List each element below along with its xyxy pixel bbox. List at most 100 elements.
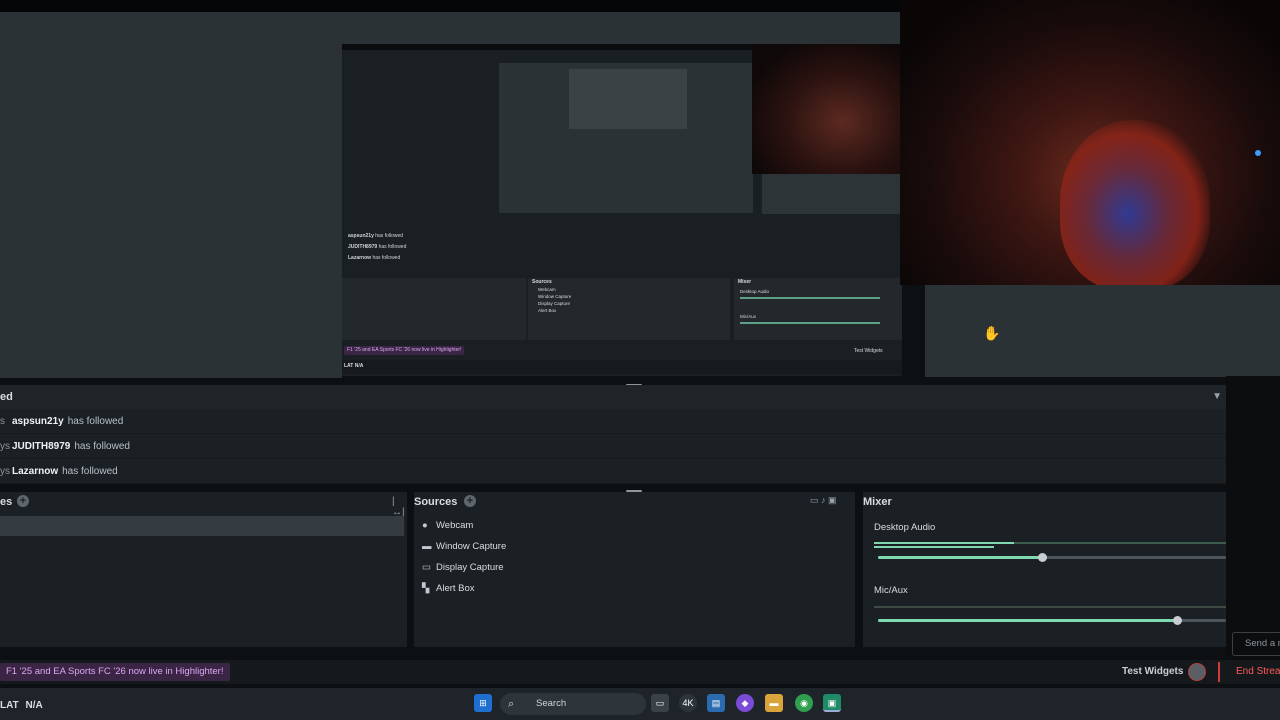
chat-panel-edge [1226, 376, 1280, 660]
preview-canvas-background [0, 12, 342, 378]
nested-deeper-inner [569, 69, 687, 129]
nested-taskbar: LAT N/A [342, 360, 902, 374]
nested-follow-row: Lazarnow has followed [348, 255, 401, 261]
scenes-panel: es + |↔| [0, 492, 407, 647]
search-icon: ⌕ [508, 698, 515, 710]
nested-deeper-preview [498, 62, 754, 214]
widget-status-icon[interactable] [1188, 663, 1206, 681]
sources-panel: Sources + ▭ ♪ ▣ ● Webcam ▬ Window Capture … [414, 492, 855, 647]
folder-icon[interactable]: ▬ [765, 694, 783, 712]
event-user: JUDITH8979 [12, 441, 71, 452]
taskbar-search[interactable]: ⌕ Search [500, 693, 646, 715]
event-user: aspsun21y [12, 416, 64, 427]
alert-box-icon: ▚ [422, 583, 430, 594]
recent-events-title: ed [0, 391, 13, 403]
nested-source-item: Alert Box [538, 308, 557, 313]
news-ticker[interactable]: F1 '25 and EA Sports FC '26 now live in … [0, 663, 230, 681]
window-icon: ▬ [422, 541, 432, 552]
list-item[interactable]: s aspsun21y has followed [0, 409, 1226, 434]
chrome-icon[interactable]: ◉ [795, 694, 813, 712]
nested-sources-panel: Sources Webcam Window Capture Display Ca… [528, 278, 730, 340]
search-label: Search [536, 698, 567, 709]
event-action: has followed [67, 416, 124, 427]
event-time: s [0, 416, 5, 427]
desktop-audio-slider-knob[interactable] [1038, 553, 1047, 562]
recent-events-list: s aspsun21y has followed ys JUDITH8979 has f… [0, 409, 1226, 484]
nested-follow-row: JUDITH8979 has followed [348, 244, 407, 250]
nested-sources-title: Sources [532, 279, 552, 285]
mic-aux-meter [874, 606, 1226, 608]
preview-canvas-top [342, 12, 902, 44]
desktop-audio-meter-bg [1014, 542, 1226, 544]
nested-mixer-label: Mic/Aux [740, 314, 757, 319]
lat-label: LAT [0, 700, 19, 711]
nested-mixer-label: Desktop Audio [740, 289, 770, 294]
test-widgets-button[interactable]: Test Widgets [1122, 666, 1183, 677]
list-item[interactable]: ys JUDITH8979 has followed [0, 434, 1226, 459]
source-label: Webcam [436, 520, 474, 531]
nested-test-widgets: Test Widgets [854, 348, 883, 354]
nested-mixer-meter [740, 322, 880, 324]
source-window-capture[interactable]: ▬ Window Capture [422, 541, 506, 552]
hand-cursor-icon: ✋ [983, 325, 1001, 341]
nested-mixer-title: Mixer [738, 279, 752, 285]
sources-title: Sources [414, 496, 458, 508]
source-label: Display Capture [436, 562, 504, 573]
end-stream-button[interactable]: End Stream [1218, 662, 1280, 682]
nested-source-item: Window Capture [538, 294, 572, 299]
recent-events-header: ed ▼ [0, 385, 1226, 409]
desktop-audio-meter [874, 542, 1014, 544]
mic-aux-label: Mic/Aux [874, 585, 908, 596]
task-view-icon[interactable]: ▭ [651, 694, 669, 712]
mixer-title: Mixer [863, 496, 892, 508]
top-black-bar [0, 0, 900, 12]
monitor-icon: ▭ [422, 562, 431, 573]
file-explorer-icon[interactable]: ▤ [707, 694, 725, 712]
nested-source-item: Display Capture [538, 301, 571, 306]
webcam-overlay [900, 0, 1280, 285]
nested-grey-box [762, 174, 902, 214]
filter-icon[interactable]: ▼ [1212, 385, 1222, 409]
mic-aux-slider-fill [878, 619, 1177, 622]
copilot-icon[interactable]: ◆ [736, 694, 754, 712]
nested-top-band [342, 44, 752, 50]
windows-icon[interactable]: ⊞ [474, 694, 492, 712]
source-label: Window Capture [436, 541, 507, 552]
nested-stream-preview: aspsun21y has followed JUDITH8979 has fo… [342, 44, 902, 376]
scenes-title: es [0, 496, 13, 508]
nested-webcam [752, 44, 902, 174]
event-action: has followed [74, 441, 130, 452]
nested-source-item: Webcam [538, 287, 556, 292]
desktop-audio-label: Desktop Audio [874, 522, 936, 533]
nested-ticker: F1 '25 and EA Sports FC '26 now live in … [344, 346, 465, 355]
nested-follow-row: aspsun21y has followed [348, 233, 404, 239]
chat-input[interactable]: Send a m [1232, 632, 1280, 656]
4k-icon[interactable]: 4K [679, 694, 697, 712]
event-time: ys [0, 441, 10, 452]
mixer-panel: Mixer Desktop Audio Mic/Aux [863, 492, 1226, 647]
event-action: has followed [62, 466, 118, 477]
webcam-icon: ● [422, 520, 428, 531]
streamlabs-icon[interactable]: ▣ [823, 694, 841, 712]
add-scene-icon[interactable]: + [17, 495, 29, 507]
event-user: Lazarnow [12, 466, 59, 477]
desktop-audio-slider-fill [878, 556, 1042, 559]
source-toolbar-icons[interactable]: ▭ ♪ ▣ [810, 495, 837, 506]
source-alert-box[interactable]: ▚ Alert Box [422, 583, 475, 594]
list-item[interactable]: ys Lazarnow has followed [0, 459, 1226, 484]
latency-readout: LAT N/A [0, 700, 43, 711]
selected-scene-row[interactable] [0, 516, 404, 536]
lat-value: N/A [25, 700, 43, 711]
desktop-audio-meter [874, 546, 994, 548]
mic-aux-slider-knob[interactable] [1173, 616, 1182, 625]
nested-lat: LAT N/A [344, 363, 364, 369]
source-webcam[interactable]: ● Webcam [422, 520, 473, 531]
preview-grey-region [925, 285, 1280, 377]
scene-transition-icon[interactable]: |↔| [392, 496, 407, 518]
add-source-icon[interactable]: + [464, 495, 476, 507]
event-time: ys [0, 466, 10, 477]
source-label: Alert Box [436, 583, 475, 594]
webcam-light-dot [1255, 150, 1261, 156]
nested-scenes-panel [342, 278, 526, 340]
source-display-capture[interactable]: ▭ Display Capture [422, 562, 504, 573]
